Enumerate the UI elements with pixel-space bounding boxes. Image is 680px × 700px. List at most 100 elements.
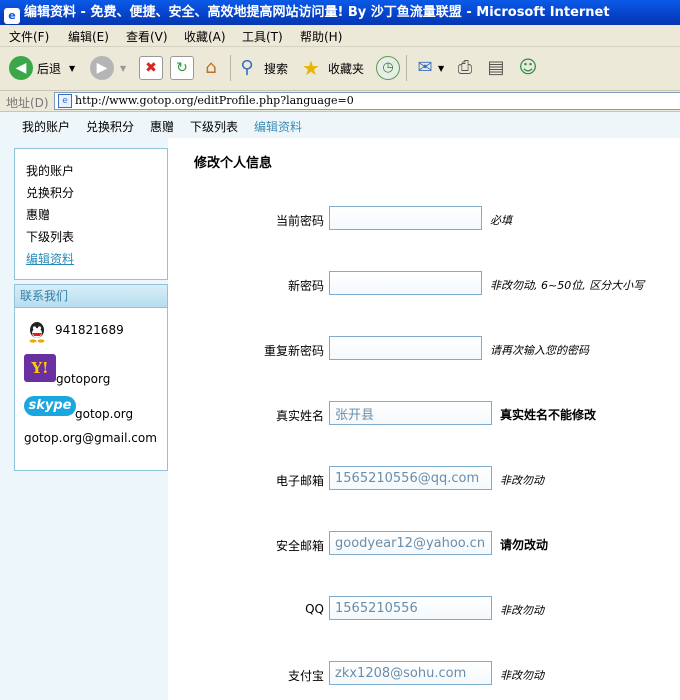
sidebar-item-sub-list[interactable]: 下级列表 [26, 228, 74, 245]
address-label: 地址(D) [6, 96, 49, 110]
alipay-field[interactable] [329, 661, 492, 685]
topnav-gift[interactable]: 惠赠 [150, 118, 174, 135]
page-title: 修改个人信息 [194, 156, 273, 171]
menu-edit[interactable]: 编辑(E) [68, 28, 109, 45]
repeat-password-field[interactable] [329, 336, 482, 360]
email-label: 电子邮箱 [275, 474, 324, 488]
new-password-label: 新密码 [287, 279, 324, 293]
main-content: 修改个人信息 当前密码 必填 新密码 非改勿动, 6~50位, 区分大小写 重复… [168, 138, 680, 700]
edit-icon: ▤ [487, 57, 505, 78]
form-row-new-password: 新密码 非改勿动, 6~50位, 区分大小写 [168, 271, 680, 299]
toolbar-separator [406, 55, 407, 81]
back-button[interactable]: ◀ 后退 ▼ [9, 54, 75, 82]
stop-icon: ✖ [139, 56, 163, 80]
sidebar-nav: 我的账户 兑换积分 惠赠 下级列表 编辑资料 [14, 148, 168, 280]
new-password-hint: 非改勿动, 6~50位, 区分大小写 [490, 279, 645, 292]
topnav-my-account[interactable]: 我的账户 [22, 118, 70, 135]
page-icon: e [58, 94, 72, 108]
yahoo-id: gotoporg [56, 372, 111, 386]
security-email-hint: 请勿改动 [500, 538, 549, 552]
alipay-hint: 非改勿动 [500, 669, 544, 682]
address-url[interactable]: http://www.gotop.org/editProfile.php?lan… [75, 94, 354, 107]
menu-bar: 文件(F) 编辑(E) 查看(V) 收藏(A) 工具(T) 帮助(H) [0, 25, 680, 47]
repeat-password-hint: 请再次输入您的密码 [490, 344, 589, 357]
topnav-sub-list[interactable]: 下级列表 [190, 118, 238, 135]
toolbar-separator [230, 55, 231, 81]
print-button[interactable]: ⎙ [454, 54, 476, 82]
menu-favorites[interactable]: 收藏(A) [184, 28, 226, 45]
history-button[interactable]: ◷ [376, 54, 400, 82]
back-icon: ◀ [9, 56, 33, 80]
form-row-current-password: 当前密码 必填 [168, 206, 680, 234]
messenger-button[interactable]: ☺ [517, 54, 539, 82]
favorites-icon: ★ [302, 56, 320, 80]
history-icon: ◷ [376, 56, 400, 80]
qq-icon[interactable] [27, 321, 47, 343]
favorites-button[interactable]: ★ 收藏夹 [300, 54, 364, 82]
sidebar-item-edit-profile[interactable]: 编辑资料 [26, 250, 74, 267]
form-row-repeat-password: 重复新密码 请再次输入您的密码 [168, 336, 680, 364]
mail-button[interactable]: ✉ ▼ [414, 54, 444, 82]
menu-file[interactable]: 文件(F) [9, 28, 49, 45]
back-dropdown-icon[interactable]: ▼ [69, 64, 75, 73]
topnav-redeem-points[interactable]: 兑换积分 [86, 118, 134, 135]
ie-logo-icon: e [4, 8, 20, 24]
skype-icon[interactable]: skype [24, 396, 76, 416]
security-email-label: 安全邮箱 [275, 539, 324, 553]
form-row-email: 电子邮箱 非改勿动 [168, 466, 680, 494]
form-row-qq: QQ 非改勿动 [168, 596, 680, 624]
forward-dropdown-icon[interactable]: ▼ [120, 64, 126, 73]
real-name-field[interactable] [329, 401, 492, 425]
search-icon: ⚲ [240, 57, 254, 78]
menu-help[interactable]: 帮助(H) [300, 28, 342, 45]
repeat-password-label: 重复新密码 [263, 344, 324, 358]
address-input[interactable]: e http://www.gotop.org/editProfile.php?l… [54, 92, 680, 110]
yahoo-messenger-icon[interactable]: Y! [24, 354, 56, 382]
forward-button[interactable]: ▶ ▼ [90, 54, 126, 82]
mail-icon: ✉ [417, 57, 433, 78]
qq-number: 941821689 [55, 323, 124, 337]
new-password-field[interactable] [329, 271, 482, 295]
form-row-security-email: 安全邮箱 请勿改动 [168, 531, 680, 559]
back-label: 后退 [37, 61, 62, 76]
title-bar: e 编辑资料 - 免费、便捷、安全、高效地提高网站访问量! By 沙丁鱼流量联盟 … [0, 0, 680, 25]
real-name-hint: 真实姓名不能修改 [500, 408, 597, 422]
forward-icon: ▶ [90, 56, 114, 80]
stop-button[interactable]: ✖ [139, 54, 163, 82]
top-nav: 我的账户 兑换积分 惠赠 下级列表 编辑资料 [0, 112, 680, 138]
toolbar: ◀ 后退 ▼ ▶ ▼ ✖ ↻ ⌂ ⚲ 搜索 ★ 收藏夹 ◷ ✉ ▼ ⎙ ▤ ☺ [0, 47, 680, 91]
search-button[interactable]: ⚲ 搜索 [236, 54, 288, 82]
current-password-label: 当前密码 [275, 214, 324, 228]
menu-tools[interactable]: 工具(T) [242, 28, 283, 45]
sidebar-item-redeem-points[interactable]: 兑换积分 [26, 184, 74, 201]
topnav-edit-profile[interactable]: 编辑资料 [254, 118, 302, 135]
window-title: 编辑资料 - 免费、便捷、安全、高效地提高网站访问量! By 沙丁鱼流量联盟 -… [24, 5, 610, 20]
edit-button[interactable]: ▤ [485, 54, 507, 82]
qq-field[interactable] [329, 596, 492, 620]
contact-header: 联系我们 [15, 285, 167, 308]
qq-hint: 非改勿动 [500, 604, 544, 617]
form-row-alipay: 支付宝 非改勿动 [168, 661, 680, 689]
favorites-label: 收藏夹 [328, 61, 365, 76]
qq-label: QQ [305, 602, 324, 616]
home-button[interactable]: ⌂ [200, 54, 222, 82]
sidebar-item-gift[interactable]: 惠赠 [26, 206, 50, 223]
address-bar: 地址(D) e http://www.gotop.org/editProfile… [0, 91, 680, 112]
menu-view[interactable]: 查看(V) [126, 28, 168, 45]
sidebar-item-my-account[interactable]: 我的账户 [26, 162, 74, 179]
current-password-field[interactable] [329, 206, 482, 230]
real-name-label: 真实姓名 [275, 409, 324, 423]
refresh-icon: ↻ [170, 56, 194, 80]
contact-email: gotop.org@gmail.com [24, 431, 157, 445]
email-field[interactable] [329, 466, 492, 490]
mail-dropdown-icon[interactable]: ▼ [438, 64, 444, 73]
skype-id: gotop.org [75, 407, 134, 421]
email-hint: 非改勿动 [500, 474, 544, 487]
current-password-hint: 必填 [490, 214, 512, 227]
left-sidebar: 我的账户 兑换积分 惠赠 下级列表 编辑资料 联系我们 941821689 Y!… [0, 138, 168, 700]
security-email-field[interactable] [329, 531, 492, 555]
print-icon: ⎙ [457, 57, 473, 78]
contact-box: 联系我们 941821689 Y! gotoporg skype gotop.o… [14, 284, 168, 471]
home-icon: ⌂ [205, 57, 217, 78]
refresh-button[interactable]: ↻ [170, 54, 194, 82]
